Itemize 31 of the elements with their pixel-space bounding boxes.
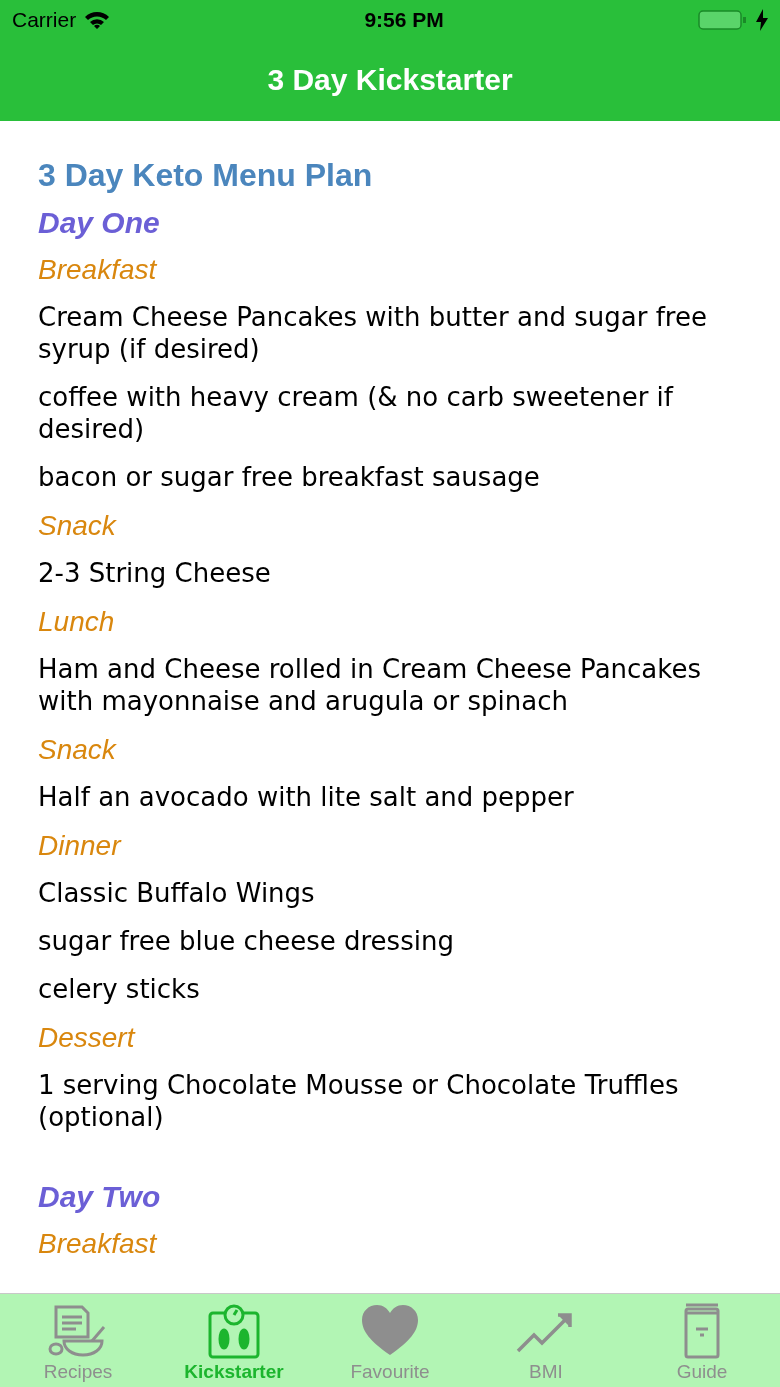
tab-bar-item[interactable]: Kickstarter	[156, 1294, 312, 1387]
menu-plan-heading: 3 Day Keto Menu Plan	[38, 156, 374, 195]
menu-item-text: Classic Buffalo Wings	[38, 877, 316, 909]
day-heading: Day Two	[38, 1179, 162, 1215]
menu-item-text: 1 serving Chocolate Mousse or Chocolate Truffles (optional)	[38, 1069, 680, 1133]
screen-title: 3 Day Kickstarter	[267, 62, 513, 98]
meal-heading: Dessert	[38, 1021, 137, 1055]
meal-heading: Snack	[38, 509, 118, 543]
day-heading: Day One	[38, 205, 161, 241]
recipe-bowl-icon	[48, 1303, 108, 1359]
tab-bar-item[interactable]: Guide	[624, 1294, 780, 1387]
wifi-icon	[84, 10, 111, 30]
clock-time: 9:56 PM	[364, 8, 444, 32]
menu-item-text: bacon or sugar free breakfast sausage	[38, 461, 541, 493]
meal-heading: Dinner	[38, 829, 123, 863]
meal-heading: Breakfast	[38, 1227, 158, 1261]
menu-item-text: Cream Cheese Pancakes with butter and sugar free syrup (if desired)	[38, 301, 708, 365]
carrier-label: Carrier	[12, 8, 77, 32]
menu-item-text: sugar free blue cheese dressing	[38, 925, 455, 957]
meal-heading: Snack	[38, 733, 118, 767]
tab-bar-item[interactable]: BMI	[468, 1294, 624, 1387]
meal-heading: Lunch	[38, 605, 116, 639]
tab-bar-item[interactable]: Favourite	[312, 1294, 468, 1387]
tab-bar-item[interactable]: Recipes	[0, 1294, 156, 1387]
menu-item-text: Half an avocado with lite salt and pepper	[38, 781, 575, 813]
menu-item-text: 2-3 String Cheese	[38, 557, 272, 589]
meal-heading: Breakfast	[38, 253, 158, 287]
menu-item-text: coffee with heavy cream (& no carb sweetener if desired)	[38, 381, 675, 445]
menu-item-text: celery sticks	[38, 973, 201, 1005]
battery-icon	[698, 9, 748, 31]
menu-item-text: Ham and Cheese rolled in Cream Cheese Pancakes with mayonnaise and arugula or spinach	[38, 653, 702, 717]
